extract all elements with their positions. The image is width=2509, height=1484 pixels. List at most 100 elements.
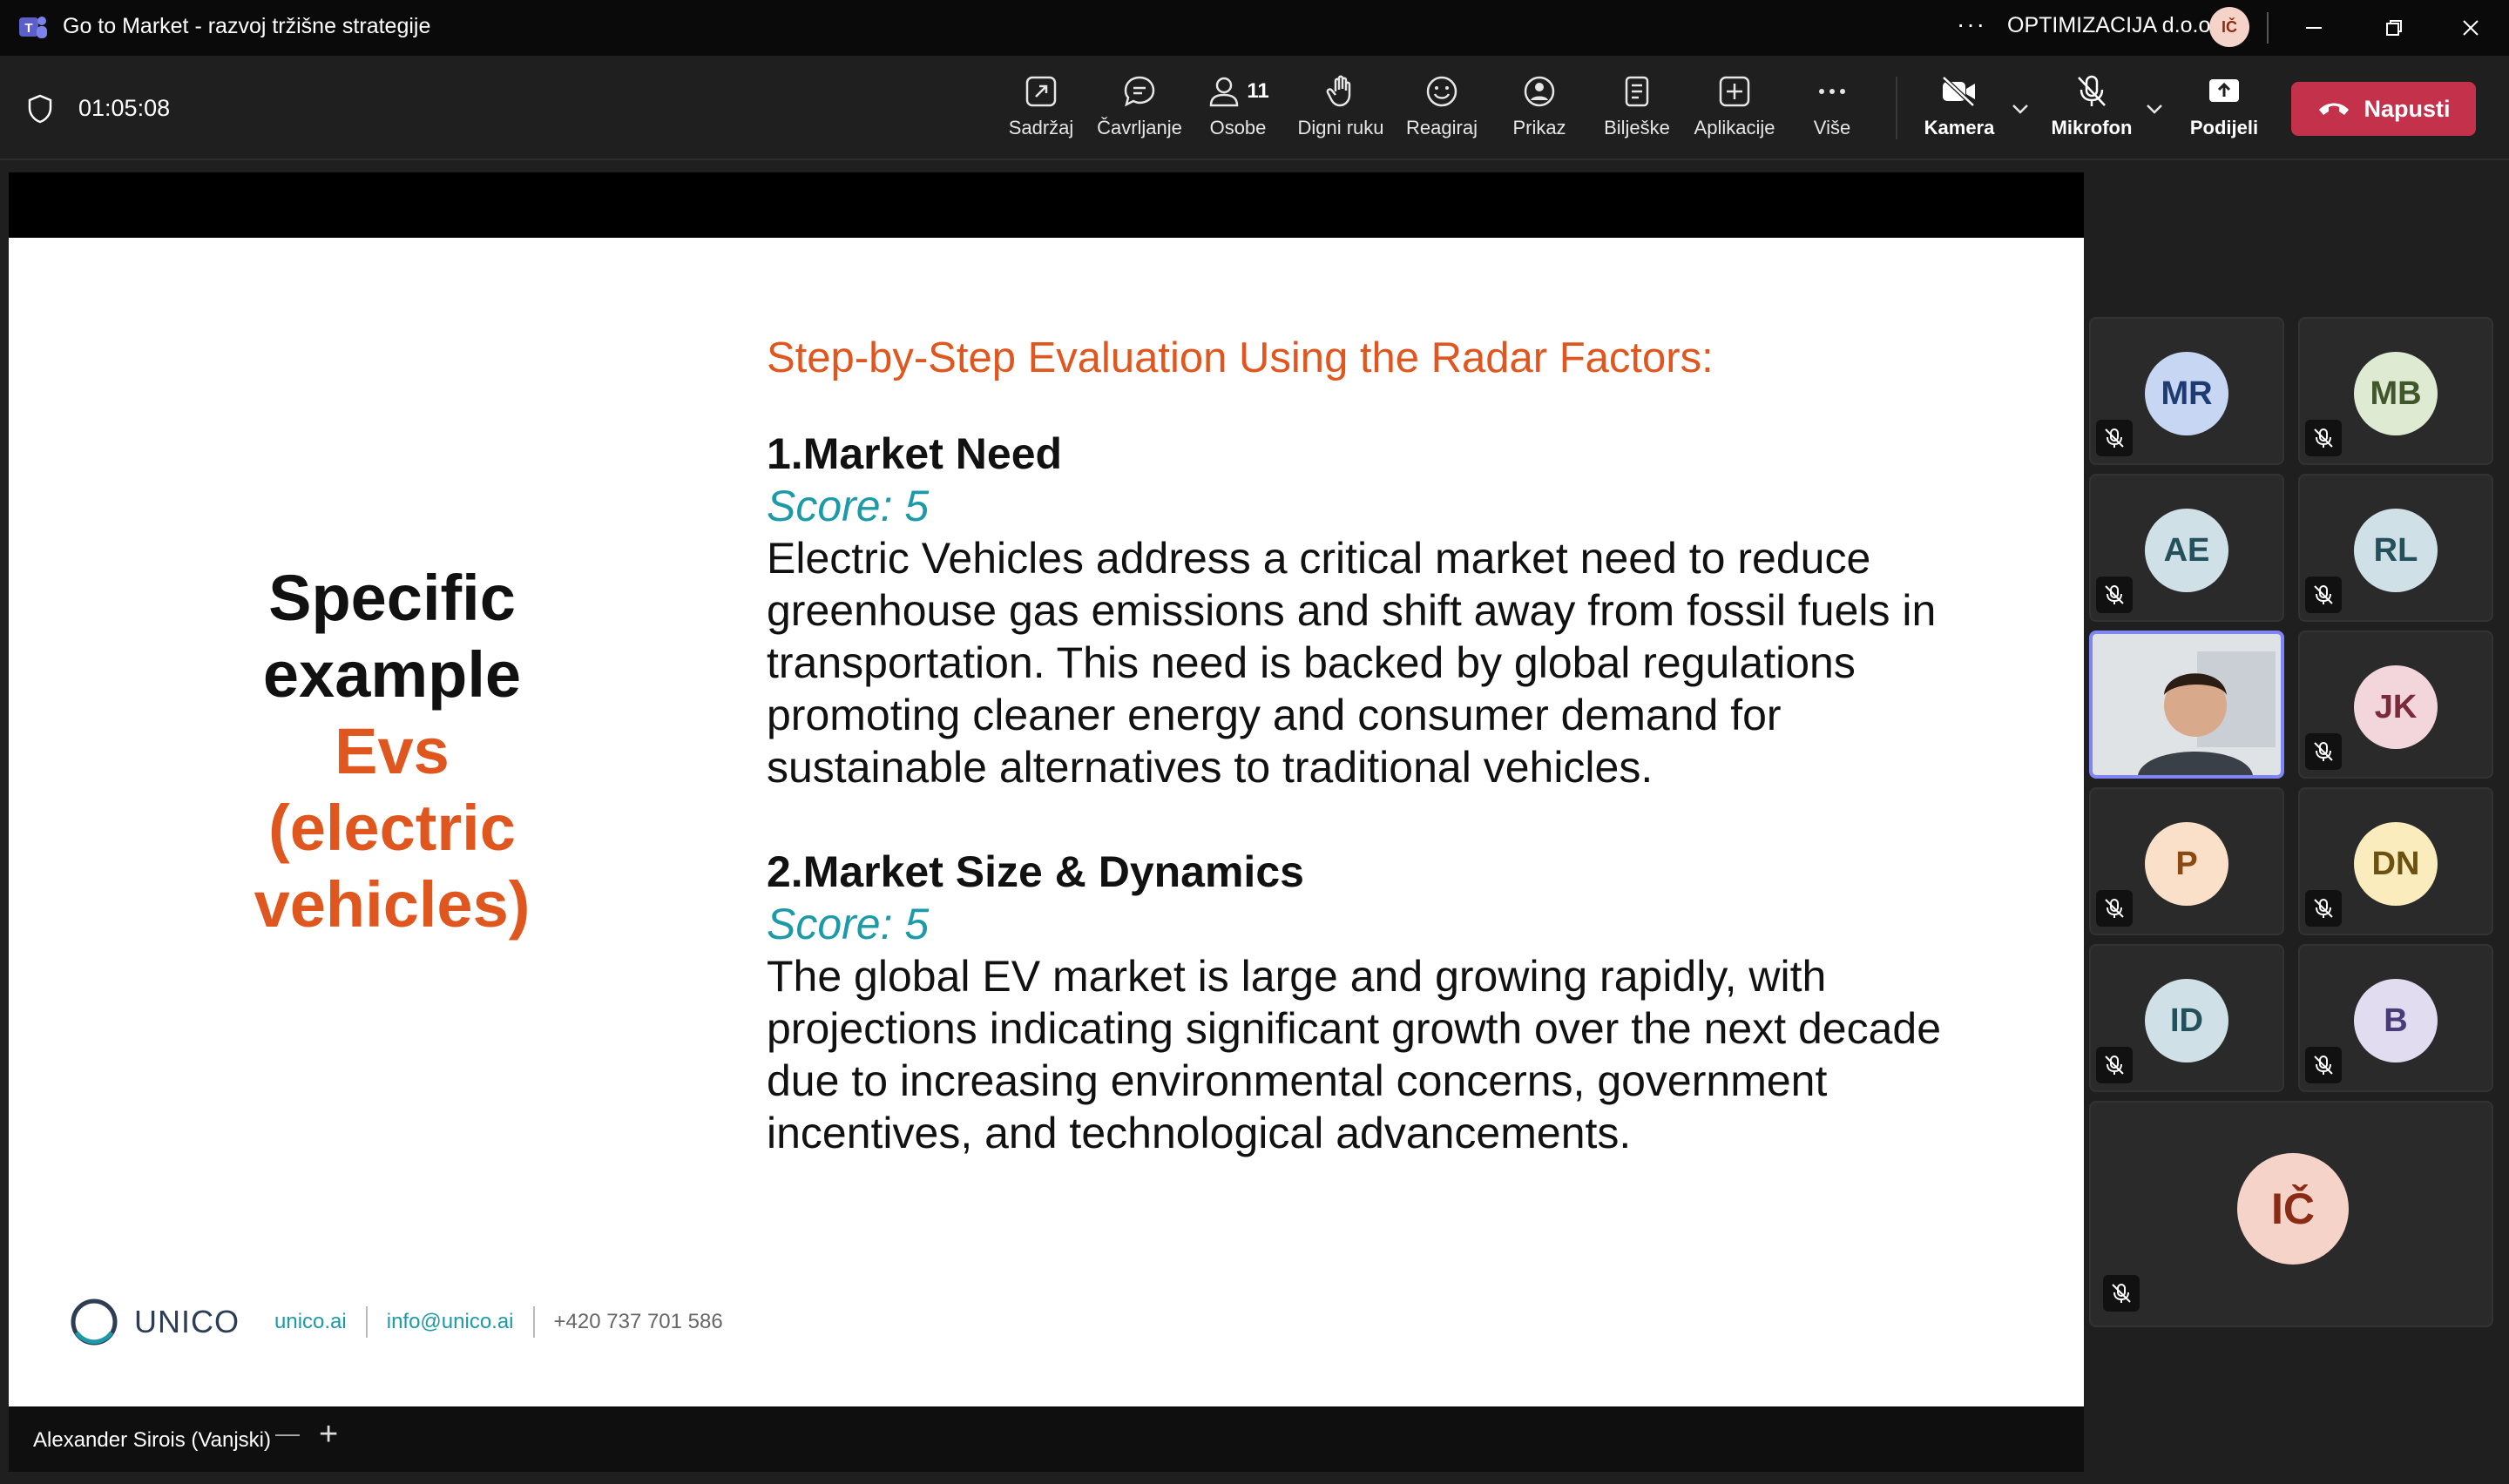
- mic-off-icon: [2078, 75, 2106, 106]
- participant-tile[interactable]: JK: [2298, 631, 2493, 779]
- participant-video-tile[interactable]: [2089, 631, 2284, 779]
- people-button[interactable]: 11 Osobe: [1190, 70, 1286, 150]
- footer-email: info@unico.ai: [386, 1310, 514, 1333]
- share-content-icon: [1025, 76, 1057, 107]
- participant-tile[interactable]: ID: [2089, 944, 2284, 1092]
- muted-indicator: [2096, 420, 2133, 456]
- slide-section: 1.Market Need Score: 5 Electric Vehicles…: [767, 428, 2004, 793]
- react-button[interactable]: Reagiraj: [1394, 70, 1490, 150]
- camera-options-chevron[interactable]: [2011, 99, 2030, 123]
- title-bar: T Go to Market - razvoj tržišne strategi…: [0, 0, 2509, 56]
- participant-avatar: P: [2145, 822, 2228, 906]
- person-video-icon: [2093, 634, 2281, 775]
- participant-tile[interactable]: MR: [2089, 317, 2284, 465]
- participant-avatar: AE: [2145, 509, 2228, 592]
- slide-footer: UNICO unico.ai info@unico.ai +420 737 70…: [68, 1292, 723, 1352]
- view-label: Prikaz: [1512, 117, 1566, 138]
- slide-title-line: (electric: [268, 792, 516, 864]
- mic-off-icon: [2105, 428, 2124, 448]
- chat-button[interactable]: Čavrljanje: [1092, 70, 1187, 150]
- muted-indicator: [2096, 1047, 2133, 1083]
- score-value: : 5: [880, 482, 930, 530]
- participant-tile[interactable]: DN: [2298, 787, 2493, 935]
- title-divider: [2267, 12, 2269, 44]
- muted-indicator: [2096, 890, 2133, 927]
- participant-tile[interactable]: B: [2298, 944, 2493, 1092]
- camera-label: Kamera: [1924, 117, 1995, 138]
- microphone-label: Mikrofon: [2051, 117, 2133, 138]
- people-icon: [1210, 77, 1239, 107]
- participant-tile[interactable]: P: [2089, 787, 2284, 935]
- share-screen-icon: [2209, 79, 2239, 102]
- participant-avatar: DN: [2354, 822, 2438, 906]
- toolbar-divider: [1896, 77, 1897, 139]
- muted-indicator: [2305, 420, 2342, 456]
- close-window-button[interactable]: [2445, 10, 2497, 45]
- chevron-down-icon: [2012, 105, 2028, 114]
- mic-off-icon: [2105, 899, 2124, 918]
- slide-title-line: Specific: [268, 562, 516, 634]
- participant-avatar: MR: [2145, 352, 2228, 435]
- window-title: Go to Market - razvoj tržišne strategije: [63, 14, 431, 38]
- user-avatar[interactable]: IČ: [2209, 7, 2249, 47]
- mic-options-chevron[interactable]: [2145, 99, 2164, 123]
- muted-indicator: [2305, 890, 2342, 927]
- participant-tile[interactable]: IČ: [2089, 1101, 2493, 1327]
- participant-avatar: B: [2354, 979, 2438, 1062]
- microphone-button[interactable]: Mikrofon: [2044, 70, 2140, 150]
- muted-indicator: [2103, 1275, 2140, 1312]
- meeting-toolbar: 01:05:08 Sadržaj Čavrljanje 11 Osobe Dig…: [0, 56, 2509, 160]
- share-button[interactable]: Podijeli: [2176, 70, 2272, 150]
- teams-logo-icon: T: [17, 12, 49, 44]
- more-label: Više: [1813, 117, 1851, 138]
- camera-button[interactable]: Kamera: [1911, 70, 2007, 150]
- hand-icon: [1326, 75, 1351, 107]
- participant-tile[interactable]: MB: [2298, 317, 2493, 465]
- view-icon: [1524, 76, 1555, 107]
- minimize-button[interactable]: [2288, 10, 2340, 45]
- organization-name[interactable]: OPTIMIZACIJA d.o.o.: [2007, 13, 2216, 38]
- leave-button[interactable]: Napusti: [2291, 82, 2476, 136]
- chat-icon: [1124, 76, 1155, 107]
- participant-avatar: RL: [2354, 509, 2438, 592]
- score-value: : 5: [880, 900, 930, 948]
- more-options-button[interactable]: ···: [1957, 10, 1986, 38]
- participant-tile[interactable]: AE: [2089, 474, 2284, 622]
- zoom-out-button[interactable]: —: [275, 1420, 300, 1447]
- apps-button[interactable]: Aplikacije: [1687, 70, 1782, 150]
- chevron-down-icon: [2147, 105, 2162, 114]
- footer-brand: UNICO: [134, 1304, 240, 1339]
- content-button[interactable]: Sadržaj: [993, 70, 1089, 150]
- mic-off-icon: [2314, 742, 2333, 761]
- zoom-in-button[interactable]: +: [319, 1416, 338, 1454]
- slide-left-title: Specific example Evs (electric vehicles): [148, 560, 636, 943]
- participant-tile[interactable]: RL: [2298, 474, 2493, 622]
- section-title: 2.Market Size & Dynamics: [767, 847, 1304, 896]
- close-icon: [2463, 20, 2479, 36]
- view-button[interactable]: Prikaz: [1491, 70, 1587, 150]
- shield-icon[interactable]: [26, 94, 54, 128]
- smiley-icon: [1426, 76, 1457, 107]
- participant-avatar: MB: [2354, 352, 2438, 435]
- raise-hand-button[interactable]: Digni ruku: [1293, 70, 1389, 150]
- more-button[interactable]: Više: [1784, 70, 1880, 150]
- restore-button[interactable]: [2368, 10, 2420, 45]
- footer-separator: [532, 1306, 535, 1338]
- meeting-timer: 01:05:08: [78, 95, 171, 121]
- react-label: Reagiraj: [1406, 117, 1478, 138]
- mic-off-icon: [2314, 585, 2333, 604]
- leave-label: Napusti: [2364, 95, 2451, 122]
- raise-hand-label: Digni ruku: [1297, 117, 1384, 138]
- mic-off-icon: [2314, 428, 2333, 448]
- presentation-slide: Specific example Evs (electric vehicles)…: [9, 238, 2084, 1406]
- score-label: Score: [767, 900, 881, 948]
- chat-label: Čavrljanje: [1097, 117, 1182, 138]
- muted-indicator: [2305, 577, 2342, 613]
- footer-website: unico.ai: [274, 1310, 347, 1333]
- muted-indicator: [2096, 577, 2133, 613]
- slide-heading: Step-by-Step Evaluation Using the Radar …: [767, 334, 1714, 381]
- notes-label: Bilješke: [1604, 117, 1670, 138]
- footer-separator: [365, 1306, 368, 1338]
- hang-up-icon: [2319, 103, 2350, 115]
- notes-button[interactable]: Bilješke: [1589, 70, 1685, 150]
